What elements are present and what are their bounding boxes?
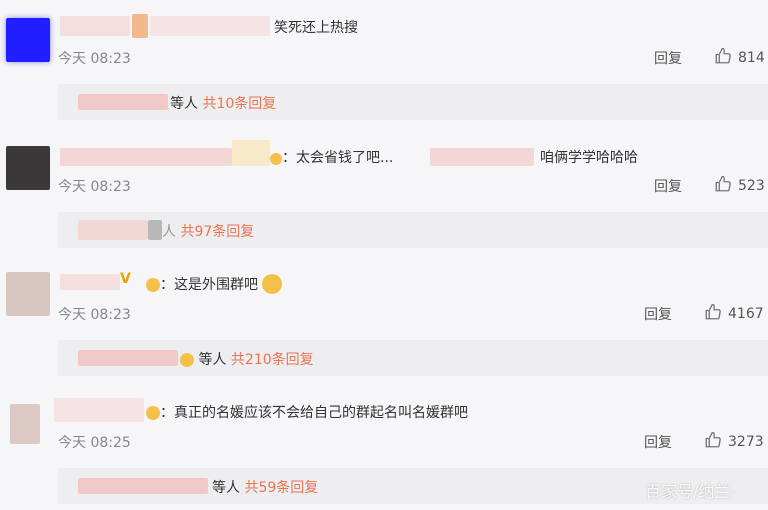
comment-text: ：太会省钱了吧... — [270, 147, 393, 167]
emoji-icon — [270, 153, 282, 165]
blurred-username[interactable] — [60, 148, 232, 166]
blurred-username[interactable] — [60, 16, 130, 36]
verified-badge: V — [120, 271, 131, 287]
comment-time: 今天 08:23 — [58, 307, 131, 323]
emoji-icon — [262, 274, 283, 294]
blurred-username — [78, 350, 178, 366]
like-count: 3273 — [728, 434, 764, 450]
emoji-icon — [146, 278, 160, 292]
reply-button[interactable]: 回复 — [654, 176, 682, 196]
avatar[interactable] — [10, 404, 40, 444]
comment-text: 咱俩学学哈哈哈 — [540, 150, 638, 166]
comment-text: ：这是外围群吧 — [146, 274, 283, 294]
sub-replies-summary[interactable]: 等人 共59条回复 — [212, 477, 318, 497]
comment-item: V ：这是外围群吧 今天 08:23 回复 4167 等人 共210条回复 — [0, 254, 768, 382]
like-count: 814 — [738, 50, 765, 66]
comment-time: 今天 08:23 — [58, 179, 131, 195]
sub-replies-bar[interactable]: 人 共97条回复 — [58, 212, 768, 248]
blurred-username[interactable] — [232, 140, 270, 166]
blurred-username[interactable] — [132, 14, 148, 38]
emoji-icon — [180, 353, 194, 367]
like-count: 523 — [738, 178, 765, 194]
reply-button[interactable]: 回复 — [644, 432, 672, 452]
like-button[interactable]: 814 — [714, 47, 765, 66]
sub-replies-bar[interactable]: 等人 共210条回复 — [58, 340, 768, 376]
sub-replies-bar[interactable]: 等人 共10条回复 — [58, 84, 768, 120]
thumbs-up-icon — [715, 175, 731, 192]
thumbs-up-icon — [705, 303, 721, 320]
blurred-mention[interactable] — [430, 148, 534, 166]
avatar[interactable] — [6, 146, 50, 190]
comment-item: ：太会省钱了吧... 咱俩学学哈哈哈 今天 08:23 回复 523 人 共97… — [0, 126, 768, 254]
like-count: 4167 — [728, 306, 764, 322]
like-button[interactable]: 523 — [714, 175, 765, 194]
comment-text: ：真正的名媛应该不会给自己的群起名叫名媛群吧 — [146, 402, 468, 422]
sub-replies-summary[interactable]: 人 共97条回复 — [162, 221, 254, 241]
blurred-username — [78, 220, 148, 240]
comment-item: 笑死还上热搜 今天 08:23 回复 814 等人 共10条回复 — [0, 0, 768, 126]
reply-button[interactable]: 回复 — [644, 304, 672, 324]
blurred-username[interactable] — [150, 16, 270, 36]
emoji-icon — [146, 406, 160, 420]
comment-text: 笑死还上热搜 — [274, 20, 358, 36]
avatar[interactable] — [6, 18, 50, 62]
comment-time: 今天 08:25 — [58, 435, 131, 451]
thumbs-up-icon — [705, 431, 721, 448]
blurred-username[interactable] — [60, 274, 120, 290]
like-button[interactable]: 4167 — [704, 303, 764, 322]
reply-button[interactable]: 回复 — [654, 48, 682, 68]
thumbs-up-icon — [715, 47, 731, 64]
sub-replies-summary[interactable]: 等人 共210条回复 — [180, 349, 314, 369]
blurred-username — [148, 220, 162, 240]
sub-replies-summary[interactable]: 等人 共10条回复 — [170, 93, 276, 113]
watermark: 百家号/纳兰· — [645, 482, 736, 501]
like-button[interactable]: 3273 — [704, 431, 764, 450]
blurred-username[interactable] — [54, 398, 144, 422]
blurred-username — [78, 478, 208, 494]
avatar[interactable] — [6, 272, 50, 316]
blurred-username — [78, 94, 168, 110]
comment-time: 今天 08:23 — [58, 51, 131, 67]
